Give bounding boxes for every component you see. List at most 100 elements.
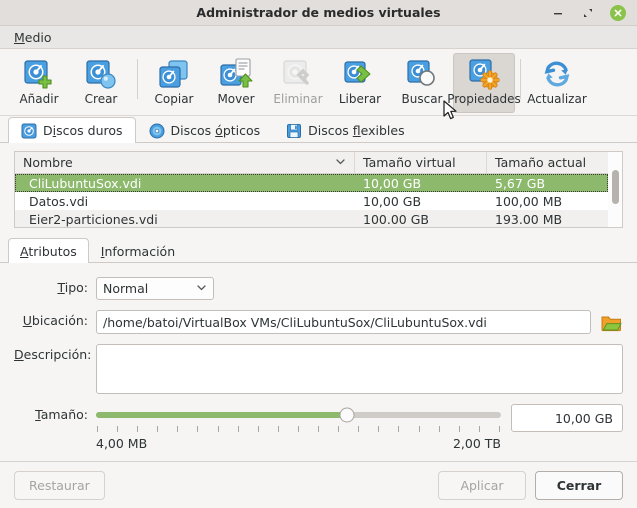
dialog-footer: Restaurar Aplicar Cerrar: [0, 461, 637, 508]
slider-tick: [97, 426, 98, 432]
column-header-tamano-virtual[interactable]: Tamaño virtual: [355, 152, 487, 173]
refresh-icon: [540, 57, 574, 91]
tab-atributos-label: Atributos: [20, 243, 77, 259]
toolbar-button-properties[interactable]: Propiedades: [447, 53, 521, 113]
type-combobox[interactable]: Normal: [96, 277, 214, 300]
tab-discos-opticos[interactable]: Discos ópticos: [136, 117, 274, 143]
toolbar-button-move-label: Mover: [217, 92, 255, 106]
detail-tabs: Atributos Información: [0, 237, 637, 263]
location-input[interactable]: /home/batoi/VirtualBox VMs/CliLubuntuSox…: [96, 310, 591, 334]
description-textarea[interactable]: [96, 344, 623, 394]
toolbar-button-move[interactable]: Mover: [205, 53, 267, 113]
disk-search-icon: [405, 57, 439, 91]
type-value: Normal: [103, 281, 149, 296]
menu-item-medio[interactable]: MMedioedio: [10, 29, 56, 46]
folder-open-icon[interactable]: [599, 310, 623, 334]
slider-tick: [478, 426, 480, 432]
size-value-input[interactable]: 10,00 GB: [511, 404, 623, 432]
type-row: Tipo: Normal: [14, 277, 623, 300]
column-header-tamano-actual-label: Tamaño actual: [495, 155, 587, 170]
cell-actual-size: 100,00 MB: [495, 193, 563, 209]
scrollbar-thumb[interactable]: [611, 170, 619, 204]
tab-discos-flexibles-label: Discos flexibles: [308, 123, 405, 138]
attributes-panel: Tipo: Normal Ubicación: /home/batoi/Virt…: [0, 263, 637, 461]
chevron-down-icon: [196, 282, 207, 296]
minimize-icon[interactable]: [550, 5, 566, 21]
toolbar-button-refresh-label: Actualizar: [527, 92, 587, 106]
slider-tick: [277, 426, 279, 432]
media-type-tabs: Discos duros Discos ópticos Discos flexi…: [0, 116, 637, 143]
table-header-row: Nombre Tamaño virtual Tamaño actual: [15, 152, 608, 174]
toolbar-button-search-label: Buscar: [401, 92, 443, 106]
size-row: Tamaño: 4,00 MB 2,00 TB 10,00 GB: [14, 404, 623, 451]
cell-virtual-size: 100.00 GB: [363, 211, 429, 227]
virtual-media-manager-window: Administrador de medios virtuales MMedio…: [0, 0, 637, 508]
toolbar-separator-1: [137, 59, 138, 99]
apply-button: Aplicar: [438, 470, 526, 500]
toolbar-button-release[interactable]: Liberar: [329, 53, 391, 113]
toolbar-button-add-label: Añadir: [19, 92, 59, 106]
close-icon[interactable]: [610, 4, 626, 21]
slider-tick: [197, 426, 199, 432]
toolbar-button-create[interactable]: Crear: [70, 53, 132, 113]
slider-tick: [137, 426, 139, 432]
toolbar-separator-2: [520, 59, 521, 99]
slider-tick: [177, 426, 179, 432]
media-table-body-wrap: Nombre Tamaño virtual Tamaño actual CliL…: [15, 152, 608, 227]
toolbar-button-search[interactable]: Buscar: [391, 53, 453, 113]
disk-add-icon: [22, 57, 56, 91]
slider-track: [96, 407, 501, 423]
table-row[interactable]: Eier2-particiones.vdi 100.00 GB 193.00 M…: [15, 210, 608, 227]
size-max-label: 2,00 TB: [452, 436, 501, 451]
column-header-tamano-actual[interactable]: Tamaño actual: [487, 152, 608, 173]
slider-tick: [117, 426, 119, 432]
floppy-disk-icon: [286, 123, 302, 139]
size-range-labels: 4,00 MB 2,00 TB: [96, 436, 501, 451]
table-row[interactable]: Datos.vdi 10,00 GB 100,00 MB: [15, 192, 608, 210]
maximize-icon[interactable]: [580, 5, 596, 21]
size-slider[interactable]: [96, 404, 501, 426]
disk-properties-icon: [467, 57, 501, 91]
toolbar-button-create-label: Crear: [84, 92, 118, 106]
toolbar-button-copy[interactable]: Copiar: [143, 53, 205, 113]
cell-name: CliLubuntuSox.vdi: [29, 175, 142, 191]
tab-informacion[interactable]: Información: [89, 238, 187, 263]
close-button[interactable]: Cerrar: [535, 470, 623, 500]
location-row: Ubicación: /home/batoi/VirtualBox VMs/Cl…: [14, 310, 623, 334]
slider-thumb[interactable]: [339, 407, 355, 423]
column-header-nombre[interactable]: Nombre: [15, 152, 355, 173]
slider-tick: [418, 426, 420, 432]
tab-atributos[interactable]: Atributos: [8, 238, 89, 263]
tab-discos-duros-label: Discos duros: [43, 123, 123, 138]
table-row[interactable]: CliLubuntuSox.vdi 10,00 GB 5,67 GB: [15, 174, 608, 192]
disk-remove-icon: [281, 57, 315, 91]
cell-virtual-size: 10,00 GB: [363, 175, 422, 191]
disk-move-icon: [219, 57, 253, 91]
media-table: Nombre Tamaño virtual Tamaño actual CliL…: [14, 151, 623, 228]
slider-tick: [157, 426, 159, 432]
slider-tick: [498, 426, 500, 432]
tab-discos-duros[interactable]: Discos duros: [8, 117, 136, 143]
slider-ticks: [96, 426, 501, 433]
cell-name: Eier2-particiones.vdi: [29, 211, 158, 227]
menu-bar: MMedioedio: [0, 26, 637, 49]
cell-actual-size: 5,67 GB: [495, 175, 546, 191]
disk-copy-icon: [157, 57, 191, 91]
size-label: Tamaño:: [35, 407, 88, 422]
cell-virtual-size: 10,00 GB: [363, 193, 422, 209]
toolbar-button-refresh[interactable]: Actualizar: [526, 53, 588, 113]
tab-discos-flexibles[interactable]: Discos flexibles: [273, 117, 417, 143]
disk-release-icon: [343, 57, 377, 91]
table-vertical-scrollbar[interactable]: [608, 152, 622, 227]
slider-tick: [438, 426, 440, 432]
cell-name: Datos.vdi: [29, 193, 89, 209]
slider-tick: [378, 426, 380, 432]
toolbar-button-release-label: Liberar: [338, 92, 382, 106]
chevron-down-icon: [335, 155, 346, 170]
description-row: Descripción:: [14, 344, 623, 394]
slider-tick: [358, 426, 360, 432]
toolbar-button-copy-label: Copiar: [154, 92, 194, 106]
size-slider-column: 4,00 MB 2,00 TB: [96, 404, 501, 451]
slider-tick: [338, 426, 340, 432]
toolbar-button-add[interactable]: Añadir: [8, 53, 70, 113]
